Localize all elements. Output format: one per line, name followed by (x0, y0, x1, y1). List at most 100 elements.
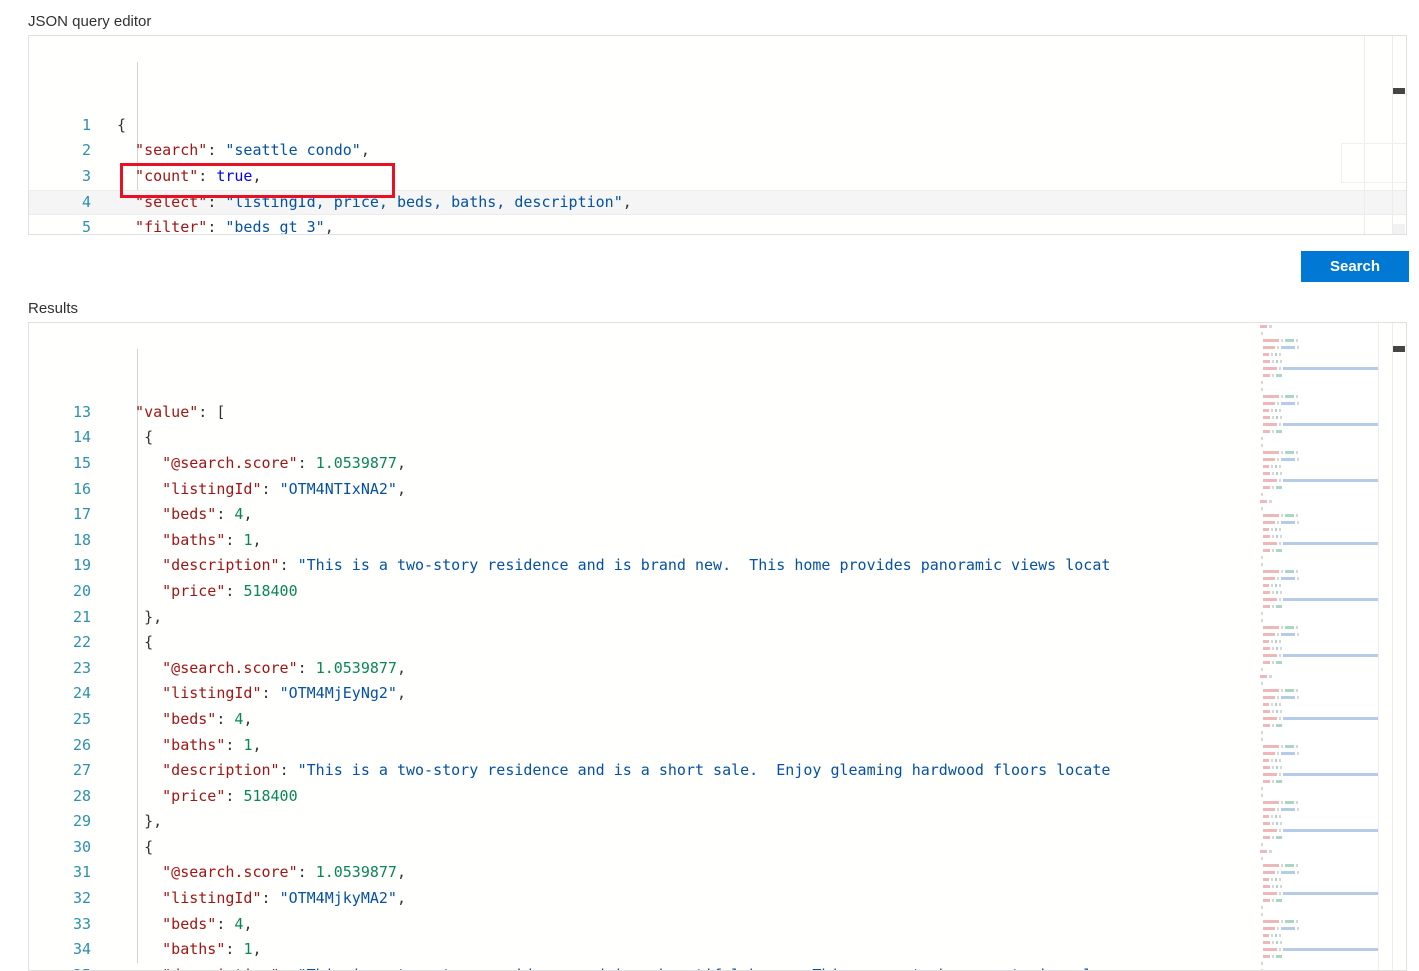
minimap-segment (1272, 549, 1274, 552)
minimap-row (1258, 533, 1378, 540)
code-line[interactable]: 17 "beds": 4, (29, 502, 1406, 528)
minimap-segment (1263, 465, 1269, 468)
minimap-row (1258, 442, 1378, 449)
minimap-segment (1280, 885, 1282, 888)
code-line[interactable]: 29 }, (29, 809, 1406, 835)
code-text: "count": true, (117, 164, 262, 190)
minimap-segment (1285, 801, 1294, 804)
results-editor[interactable]: 13 "value": [14 {15 "@search.score": 1.0… (28, 322, 1407, 971)
token-str: "This is a two-story residence and is br… (297, 556, 1111, 575)
minimap-segment (1272, 885, 1274, 888)
json-editor-code-area[interactable]: 1{2 "search": "seattle condo", 3 "count":… (29, 36, 1406, 234)
results-minimap[interactable] (1258, 323, 1378, 970)
minimap-row (1258, 883, 1378, 890)
minimap-row (1258, 498, 1378, 505)
code-line[interactable]: 22 { (29, 630, 1406, 656)
minimap-segment (1276, 955, 1282, 958)
results-overview-ruler[interactable] (1378, 323, 1392, 970)
minimap-row (1258, 477, 1378, 484)
code-line[interactable]: 5 "filter": "beds gt 3", (29, 215, 1406, 234)
results-vertical-scrollbar[interactable] (1392, 323, 1406, 970)
code-line[interactable]: 34 "baths": 1, (29, 937, 1406, 963)
minimap-row (1258, 575, 1378, 582)
minimap-segment (1276, 472, 1278, 475)
minimap-segment (1280, 941, 1282, 944)
token-punc: , (396, 453, 406, 472)
code-line[interactable]: 21 }, (29, 605, 1406, 631)
minimap-segment (1260, 675, 1267, 678)
minimap-segment (1297, 871, 1299, 874)
code-line[interactable]: 28 "price": 518400 (29, 784, 1406, 810)
code-text: { (117, 425, 153, 451)
minimap-segment (1263, 808, 1275, 811)
minimap-segment (1271, 528, 1273, 531)
minimap-segment (1279, 598, 1281, 601)
token-punc: : (225, 581, 244, 600)
minimap-segment (1272, 836, 1274, 839)
minimap-row (1258, 414, 1378, 421)
line-number: 22 (72, 633, 91, 652)
minimap-row (1258, 757, 1378, 764)
minimap-segment (1285, 689, 1294, 692)
minimap-segment (1285, 514, 1294, 517)
code-line[interactable]: 19 "description": "This is a two-story r… (29, 553, 1406, 579)
code-line[interactable]: 24 "listingId": "OTM4MjEyNg2", (29, 681, 1406, 707)
minimap-row (1258, 379, 1378, 386)
minimap-row (1258, 869, 1378, 876)
code-line[interactable]: 32 "listingId": "OTM4MjkyMA2", (29, 886, 1406, 912)
minimap-segment (1271, 934, 1273, 937)
code-line[interactable]: 13 "value": [ (29, 400, 1406, 426)
minimap-segment (1297, 696, 1299, 699)
line-number: 31 (72, 863, 91, 882)
code-line[interactable]: 16 "listingId": "OTM4NTIxNA2", (29, 477, 1406, 503)
minimap-segment (1272, 360, 1274, 363)
code-line[interactable]: 30 { (29, 835, 1406, 861)
token-key: "select" (117, 192, 208, 211)
token-punc: , (396, 863, 406, 882)
minimap-row (1258, 722, 1378, 729)
code-line[interactable]: 26 "baths": 1, (29, 733, 1406, 759)
results-code-area[interactable]: 13 "value": [14 {15 "@search.score": 1.0… (29, 323, 1406, 970)
scrollbar-thumb[interactable] (1393, 224, 1405, 234)
token-punc: , (252, 166, 262, 185)
minimap-row (1258, 953, 1378, 960)
minimap-row (1258, 330, 1378, 337)
code-line[interactable]: 14 { (29, 425, 1406, 451)
minimap-segment (1263, 885, 1270, 888)
minimap-segment (1279, 892, 1281, 895)
code-line[interactable]: 1{ (29, 113, 1406, 139)
code-line[interactable]: 27 "description": "This is a two-story r… (29, 758, 1406, 784)
token-str: "OTM4MjkyMA2" (279, 889, 397, 908)
minimap-segment (1263, 542, 1277, 545)
code-line[interactable]: 31 "@search.score": 1.0539877, (29, 860, 1406, 886)
minimap-segment (1263, 430, 1270, 433)
search-button[interactable]: Search (1301, 251, 1409, 282)
code-line[interactable]: 4 "select": "listingId, price, beds, bat… (29, 189, 1406, 216)
minimap-segment (1263, 591, 1270, 594)
json-editor-overview-ruler[interactable] (1364, 36, 1378, 234)
minimap-segment (1272, 822, 1274, 825)
minimap-row (1258, 638, 1378, 645)
code-line[interactable]: 18 "baths": 1, (29, 528, 1406, 554)
minimap-segment (1263, 647, 1270, 650)
code-line[interactable]: 35 "description": "This is a two-story r… (29, 963, 1406, 970)
minimap-row (1258, 456, 1378, 463)
token-punc: : (225, 940, 244, 959)
line-number: 19 (72, 556, 91, 575)
minimap-segment (1260, 850, 1267, 853)
json-editor-vertical-scrollbar[interactable] (1392, 36, 1406, 234)
minimap-segment (1263, 549, 1270, 552)
code-line[interactable]: 3 "count": true, (29, 164, 1406, 190)
code-line[interactable]: 33 "beds": 4, (29, 912, 1406, 938)
code-line[interactable]: 23 "@search.score": 1.0539877, (29, 656, 1406, 682)
minimap-segment (1275, 815, 1277, 818)
json-query-editor[interactable]: 1{2 "search": "seattle condo", 3 "count":… (28, 35, 1407, 235)
minimap-segment (1263, 759, 1269, 762)
minimap-segment (1281, 752, 1295, 755)
minimap-row (1258, 407, 1378, 414)
code-line[interactable]: 25 "beds": 4, (29, 707, 1406, 733)
code-line[interactable]: 20 "price": 518400 (29, 579, 1406, 605)
code-line[interactable]: 2 "search": "seattle condo", (29, 138, 1406, 164)
code-line[interactable]: 15 "@search.score": 1.0539877, (29, 451, 1406, 477)
minimap-segment (1263, 486, 1270, 489)
